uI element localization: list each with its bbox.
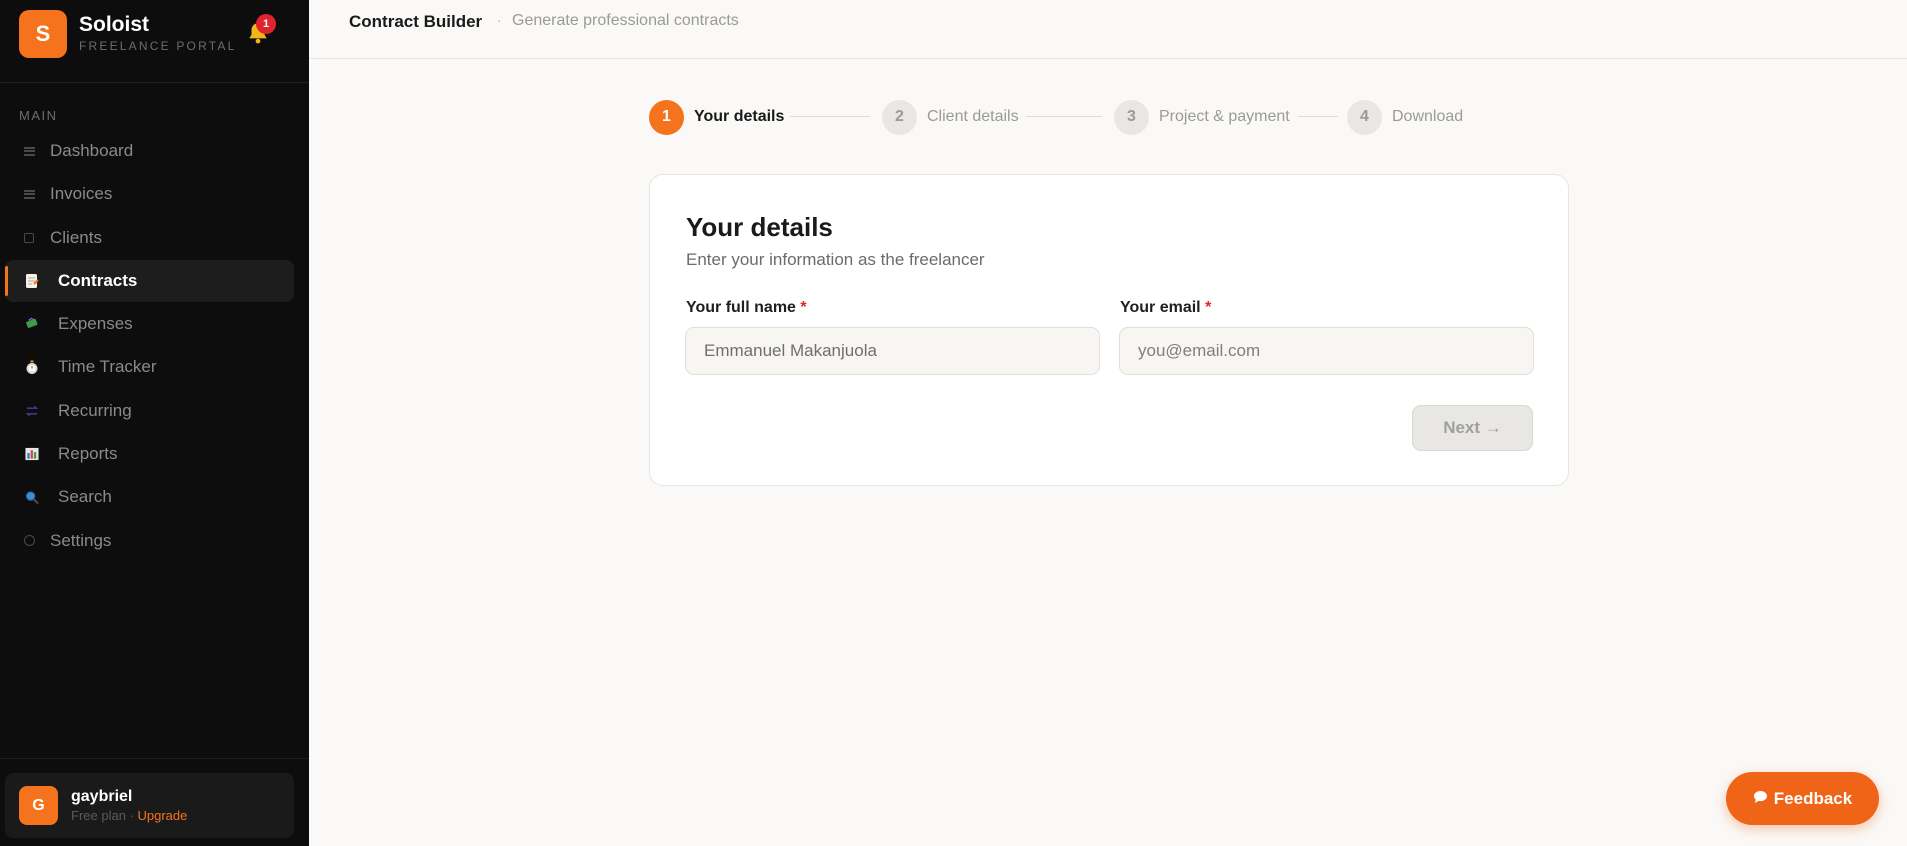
step-your-details[interactable]: 1 Your details (649, 99, 784, 135)
required-mark: * (800, 299, 807, 316)
sidebar-item-label: Invoices (50, 184, 113, 204)
user-plan: Free plan · Upgrade (71, 808, 187, 823)
sidebar-item-label: Contracts (58, 270, 138, 290)
step-connector (790, 116, 870, 117)
brand-logo[interactable]: S (19, 10, 67, 58)
money-icon (25, 317, 39, 331)
upgrade-link[interactable]: Upgrade (137, 808, 187, 823)
sidebar-item-label: Search (58, 487, 112, 507)
step-connector (1298, 116, 1338, 117)
sidebar-item-label: Settings (50, 530, 112, 550)
title-separator: · (497, 12, 502, 28)
chart-icon (25, 447, 39, 461)
sidebar-item-time-tracker[interactable]: Time Tracker (5, 346, 294, 388)
sidebar-nav: Dashboard Invoices Clients Contracts Exp… (5, 130, 294, 563)
sidebar-item-search[interactable]: Search (5, 476, 294, 518)
step-number: 4 (1347, 99, 1382, 135)
brand-header: S Soloist FREELANCE PORTAL 1 (0, 0, 309, 83)
email-input[interactable] (1119, 327, 1534, 375)
sidebar-item-label: Dashboard (50, 141, 134, 160)
feedback-button[interactable]: Feedback (1726, 772, 1879, 825)
feedback-label: Feedback (1773, 788, 1853, 808)
page-subtitle: Generate professional contracts (512, 12, 739, 29)
notification-badge: 1 (256, 14, 276, 34)
sidebar: S Soloist FREELANCE PORTAL 1 MAIN Dashbo… (0, 0, 309, 846)
card-subtitle: Enter your information as the freelancer (686, 250, 985, 269)
sidebar-item-expenses[interactable]: Expenses (5, 303, 294, 345)
step-connector (1026, 116, 1102, 117)
sidebar-divider (0, 758, 309, 759)
step-label: Your details (694, 108, 785, 125)
step-number: 2 (882, 99, 917, 135)
full-name-label: Your full name * (686, 299, 807, 317)
sidebar-item-label: Reports (58, 444, 118, 464)
sidebar-item-contracts[interactable]: Contracts (5, 259, 294, 302)
page-title: Contract Builder (349, 12, 483, 31)
step-client-details[interactable]: 2 Client details (882, 99, 1019, 135)
chat-bubble-icon (1753, 790, 1768, 807)
sidebar-item-recurring[interactable]: Recurring (5, 390, 294, 432)
step-label: Client details (927, 108, 1019, 125)
step-project-payment[interactable]: 3 Project & payment (1114, 99, 1290, 135)
sidebar-item-clients[interactable]: Clients (5, 217, 294, 259)
grid-icon (22, 144, 36, 158)
invoice-icon (22, 187, 36, 201)
sidebar-item-label: Recurring (58, 400, 132, 420)
topbar: Contract Builder · Generate professional… (309, 0, 1907, 59)
email-label-text: Your email (1120, 299, 1201, 316)
step-number: 3 (1114, 99, 1149, 135)
step-label: Download (1392, 108, 1464, 125)
plan-label: Free plan · (71, 808, 138, 823)
details-card: Your details Enter your information as t… (649, 174, 1569, 486)
brand-name: Soloist (79, 13, 150, 36)
card-title: Your details (686, 212, 833, 242)
timer-icon (25, 360, 39, 374)
search-icon (25, 490, 39, 505)
recurring-icon (25, 404, 39, 418)
sidebar-item-settings[interactable]: Settings (5, 520, 294, 562)
full-name-label-text: Your full name (686, 299, 796, 316)
gear-icon (22, 534, 36, 548)
brand-subtitle: FREELANCE PORTAL (79, 39, 237, 53)
nav-section-label: MAIN (19, 108, 58, 123)
user-name: gaybriel (71, 788, 133, 805)
sidebar-item-label: Expenses (58, 314, 133, 334)
stepper: 1 Your details 2 Client details 3 Projec… (649, 99, 1469, 135)
clients-icon (22, 231, 36, 245)
avatar: G (19, 786, 58, 825)
sidebar-item-reports[interactable]: Reports (5, 433, 294, 475)
sidebar-item-label: Clients (50, 227, 102, 247)
contract-icon (25, 273, 39, 288)
step-number: 1 (649, 99, 684, 135)
next-button[interactable]: Next → (1412, 405, 1533, 451)
sidebar-item-dashboard[interactable]: Dashboard (5, 130, 294, 172)
required-mark: * (1205, 299, 1212, 316)
step-download[interactable]: 4 Download (1347, 99, 1463, 135)
step-label: Project & payment (1159, 108, 1290, 125)
email-label: Your email * (1120, 299, 1211, 317)
full-name-input[interactable] (685, 327, 1100, 375)
user-card[interactable]: G gaybriel Free plan · Upgrade (5, 773, 294, 838)
sidebar-item-label: Time Tracker (58, 357, 157, 377)
sidebar-item-invoices[interactable]: Invoices (5, 173, 294, 215)
